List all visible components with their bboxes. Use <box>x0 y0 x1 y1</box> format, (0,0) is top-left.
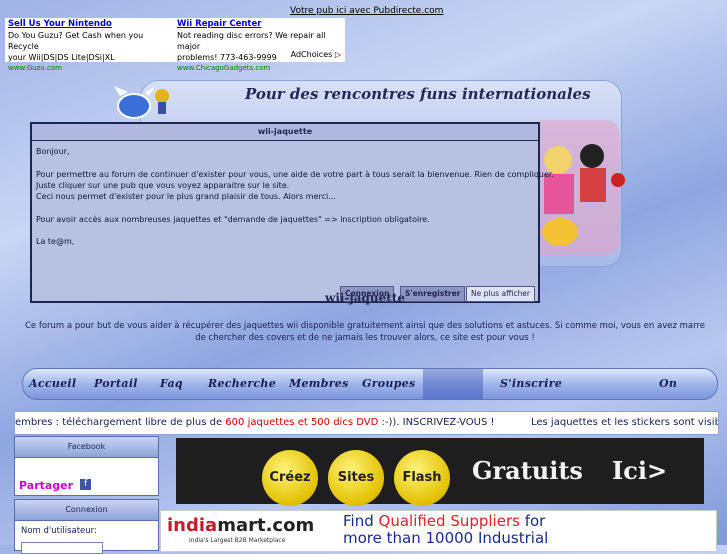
ad-column-2[interactable]: Wii Repair Center Not reading disc error… <box>177 19 343 74</box>
ad-title-2[interactable]: Wii Repair Center <box>177 19 343 30</box>
ad-bubble-flash: Flash <box>394 450 450 506</box>
ticker-text-end: :-)). INSCRIVEZ-VOUS ! <box>378 417 495 428</box>
ad-bubble-create: Créez <box>262 450 318 506</box>
banner-title: Pour des rencontres funs internationales <box>245 85 591 103</box>
indiamart-tagline: India's Largest B2B Marketplace <box>189 537 286 544</box>
ad-title-1[interactable]: Sell Us Your Nintendo <box>8 19 174 30</box>
ticker-text-start: embres : téléchargement libre de plus de <box>15 417 226 428</box>
nav-inscrire[interactable]: S'inscrire <box>500 377 562 390</box>
ad-text-1b: your Wii|DS|DS Lite|DSi|XL <box>8 53 115 62</box>
site-description: Ce forum a pour but de vous aider à récu… <box>24 321 705 343</box>
login-panel: Connexion Nom d'utilisateur: <box>14 499 159 554</box>
ticker-text-right: Les jaquettes et les stickers sont visib… <box>531 417 719 428</box>
blue-shell-mascot-icon <box>114 86 169 119</box>
nav-connexion[interactable]: On <box>659 377 677 390</box>
facebook-icon[interactable]: f <box>80 479 92 490</box>
nav-membres[interactable]: Membres <box>289 377 349 390</box>
username-input[interactable] <box>21 542 103 554</box>
dialog-message: Bonjour, Pour permettre au forum de cont… <box>36 147 554 247</box>
nav-accueil[interactable]: Accueil <box>29 377 76 390</box>
ad-bubble-sites: Sites <box>328 450 384 506</box>
ad-gratuits-text: Gratuits <box>472 456 583 485</box>
ad-column-1[interactable]: Sell Us Your Nintendo Do You Guzu? Get C… <box>8 19 174 74</box>
nav-recherche[interactable]: Recherche <box>208 377 276 390</box>
pubdirecte-link[interactable]: Votre pub ici avec Pubdirecte.com <box>290 6 443 16</box>
username-label: Nom d'utilisateur: <box>21 526 97 536</box>
share-link[interactable]: Partager <box>19 479 73 492</box>
adchoices-label: AdChoices <box>290 50 333 59</box>
facebook-panel: Facebook Partager f <box>14 436 159 496</box>
nav-faq[interactable]: Faq <box>160 377 183 390</box>
hide-dialog-button[interactable]: Ne plus afficher <box>466 286 535 302</box>
free-site-ad-banner[interactable]: Créez Sites Flash Gratuits Ici> <box>176 438 704 506</box>
adchoices-link[interactable]: AdChoices ▷ <box>291 49 341 60</box>
ticker-link[interactable]: 600 jaquettes et 500 dics DVD <box>225 417 378 428</box>
ad-ici-text: Ici> <box>612 456 668 485</box>
site-name: wii-jaquette <box>325 291 406 305</box>
indiamart-ad[interactable]: indiamart.com India's Largest B2B Market… <box>160 510 717 552</box>
ad-url-1[interactable]: www.Guzu.com <box>8 63 174 74</box>
indiamart-headline: Find Qualified Suppliers for more than 1… <box>343 512 549 547</box>
welcome-dialog: wii-jaquette Bonjour, Pour permettre au … <box>30 122 554 303</box>
dialog-title: wii-jaquette <box>32 124 538 141</box>
register-button[interactable]: S'enregistrer <box>400 286 466 302</box>
ad-url-2[interactable]: www.ChicagoGadgets.com <box>177 63 343 74</box>
main-nav: Accueil Portail Faq Recherche Membres Gr… <box>22 368 718 400</box>
facebook-panel-title: Facebook <box>15 437 158 458</box>
indiamart-logo: indiamart.com <box>167 515 315 536</box>
nav-portail[interactable]: Portail <box>94 377 138 390</box>
adchoices-icon: ▷ <box>334 50 341 59</box>
login-panel-title: Connexion <box>15 500 158 521</box>
nav-divider <box>423 369 483 399</box>
top-ad[interactable]: Sell Us Your Nintendo Do You Guzu? Get C… <box>5 18 345 72</box>
nav-groupes[interactable]: Groupes <box>362 377 416 390</box>
news-ticker: embres : téléchargement libre de plus de… <box>14 411 719 435</box>
ad-text-1a: Do You Guzu? Get Cash when you Recycle <box>8 31 144 51</box>
